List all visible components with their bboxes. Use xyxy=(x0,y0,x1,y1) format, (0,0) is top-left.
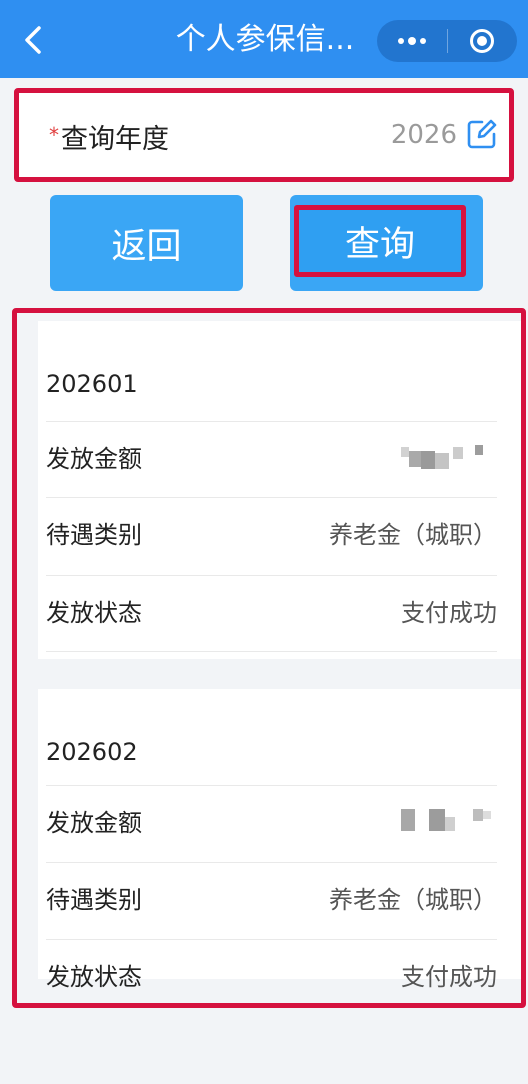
back-nav-button[interactable] xyxy=(18,22,48,58)
amount-label: 发放金额 xyxy=(46,445,142,473)
results-list[interactable]: 202601 发放金额 待遇类别 养老金（城职） 发放状态 支付成功 20260… xyxy=(12,308,526,1008)
mini-program-capsule xyxy=(377,20,517,62)
row-bottom-divider xyxy=(46,651,497,652)
nav-header: 个人参保信... xyxy=(0,0,528,78)
query-button-container[interactable]: 查询 xyxy=(290,195,483,291)
close-mini-program-button[interactable] xyxy=(448,20,518,62)
result-row-status: 发放状态 支付成功 xyxy=(46,939,497,1003)
more-button[interactable] xyxy=(377,20,447,62)
result-row-amount: 发放金额 xyxy=(46,421,497,497)
chevron-left-icon xyxy=(25,26,41,54)
type-value: 养老金（城职） xyxy=(329,521,497,549)
masked-amount-value xyxy=(401,809,497,835)
result-row-type: 待遇类别 养老金（城职） xyxy=(46,497,497,573)
amount-label: 发放金额 xyxy=(46,809,142,837)
status-value: 支付成功 xyxy=(401,963,497,991)
status-label: 发放状态 xyxy=(46,599,142,627)
type-value: 养老金（城职） xyxy=(329,886,497,914)
status-value: 支付成功 xyxy=(401,599,497,627)
masked-amount-value xyxy=(401,445,497,471)
result-row-type: 待遇类别 养老金（城职） xyxy=(46,862,497,938)
query-year-field[interactable]: *查询年度 2026 xyxy=(14,88,514,182)
year-label-text: 查询年度 xyxy=(61,124,169,155)
result-row-status: 发放状态 支付成功 xyxy=(46,575,497,651)
result-period: 202602 xyxy=(46,738,138,766)
required-mark: * xyxy=(49,123,59,147)
edit-icon[interactable] xyxy=(467,119,497,149)
type-label: 待遇类别 xyxy=(46,886,142,914)
target-circle-icon xyxy=(470,29,495,53)
result-card: 202602 发放金额 待遇类别 养老金（城职） 发放状态 支付成功 xyxy=(38,689,521,991)
back-button[interactable]: 返回 xyxy=(50,195,243,291)
result-period: 202601 xyxy=(46,370,138,398)
year-label: *查询年度 xyxy=(49,93,169,177)
page-title: 个人参保信... xyxy=(175,22,355,57)
status-label: 发放状态 xyxy=(46,963,142,991)
row-divider xyxy=(46,651,497,652)
query-button[interactable]: 查询 xyxy=(294,205,466,277)
type-label: 待遇类别 xyxy=(46,521,142,549)
result-card: 202601 发放金额 待遇类别 养老金（城职） 发放状态 支付成功 xyxy=(38,321,521,659)
year-value[interactable]: 2026 xyxy=(391,93,457,177)
more-dots-icon xyxy=(397,37,426,45)
result-row-amount: 发放金额 xyxy=(46,785,497,861)
